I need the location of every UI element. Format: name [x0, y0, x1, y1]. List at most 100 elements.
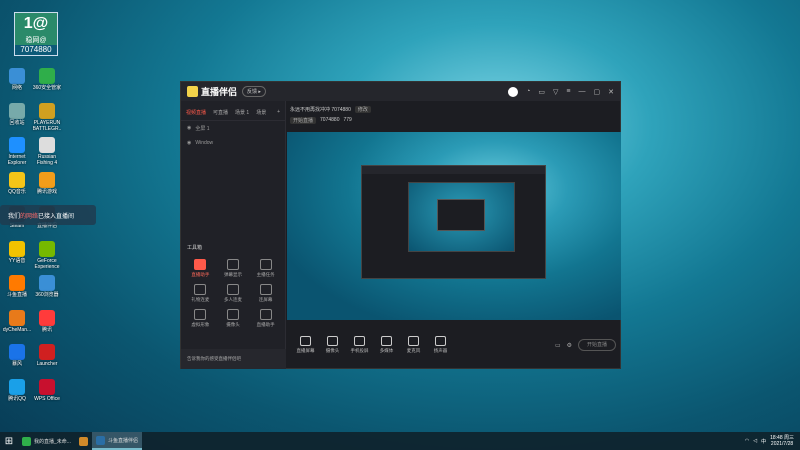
- maximize-button[interactable]: ▢: [594, 88, 601, 96]
- desktop-icon[interactable]: PLAYERUN BATTLEGR..: [30, 102, 64, 132]
- wifi-icon[interactable]: ◠: [745, 438, 749, 444]
- task-label: 我的直播_未命...: [34, 438, 71, 445]
- toast-pre: 我们: [8, 214, 21, 220]
- volume-icon[interactable]: ◁: [753, 438, 757, 444]
- gift-icon[interactable]: ▽: [553, 88, 558, 96]
- windows-start-icon[interactable]: ⊞: [0, 436, 18, 447]
- desktop-icon[interactable]: GeForce Experience: [30, 240, 64, 270]
- taskbar-item[interactable]: [75, 432, 92, 450]
- tool-item[interactable]: 摄像头: [217, 309, 250, 328]
- scene-tabs: 视频直播 可直播 场景 1 场景 +: [181, 101, 285, 121]
- ctl-mic[interactable]: 麦克风: [400, 336, 427, 354]
- desktop-icon[interactable]: Internet Explorer: [0, 137, 34, 166]
- taskbar-item-active[interactable]: 斗鱼直播伴侣: [91, 432, 142, 450]
- shop-icon[interactable]: ▭: [538, 88, 545, 96]
- menu-icon[interactable]: ≡: [566, 88, 570, 95]
- banner-sub: 稳网@: [25, 37, 47, 44]
- desktop-icon[interactable]: WPS Office: [30, 378, 64, 402]
- ctl-label: 扬声器: [433, 348, 448, 353]
- speaker-icon: [435, 336, 446, 346]
- eye-icon[interactable]: ◉: [187, 140, 191, 146]
- main-panel: 永远不用再找冲冲 7074880 修改 开始直播 7074880 779 直播屏幕 摄…: [287, 101, 621, 369]
- close-button[interactable]: ✕: [608, 88, 614, 96]
- status-tag: 开始直播: [290, 117, 317, 124]
- control-bar: 直播屏幕 摄像头 手机投屏 多媒体 麦克风 扬声器 ▭ ⚙ 开始直播: [287, 321, 621, 369]
- tool-item[interactable]: 连屏幕: [249, 284, 282, 303]
- tool-icon: [194, 309, 207, 320]
- desktop-icon[interactable]: Russian Fishing 4: [30, 137, 64, 166]
- add-scene-button[interactable]: +: [277, 109, 280, 116]
- ctl-phone[interactable]: 手机投屏: [346, 336, 373, 354]
- desktop-icon[interactable]: 360浏览器: [30, 275, 64, 298]
- tool-item[interactable]: 礼物连麦: [184, 284, 217, 303]
- source-item[interactable]: ◉ Window: [181, 136, 285, 150]
- tab-scene-3[interactable]: 场景: [256, 109, 266, 116]
- tab-scene-0[interactable]: 视频直播: [186, 109, 206, 116]
- tool-item[interactable]: 虚拟形象: [184, 309, 217, 328]
- ctl-label: 手机投屏: [350, 348, 369, 353]
- record-icon[interactable]: ▭: [555, 342, 561, 349]
- source-item[interactable]: ◉ 全屏 1: [181, 121, 285, 136]
- left-panel: 视频直播 可直播 场景 1 场景 + ◉ 全屏 1 ◉ Window 工具箱 直播助…: [181, 101, 286, 369]
- toast-post: 已接入直播间: [38, 214, 75, 220]
- desktop-icon-label: 腾讯QQ: [8, 395, 26, 402]
- tool-item[interactable]: 直播助手: [184, 259, 217, 278]
- banner-id: 7074880: [15, 45, 57, 55]
- edit-room-button[interactable]: 修改: [354, 106, 371, 113]
- nested-preview-innermost: [437, 199, 485, 231]
- logo-icon: [187, 86, 198, 97]
- tool-item[interactable]: 多人连麦: [217, 284, 250, 303]
- app-icon: [9, 171, 25, 188]
- desktop-icon[interactable]: YY语音: [0, 240, 34, 264]
- bell-icon[interactable]: ◔: [526, 88, 530, 95]
- desktop-icon[interactable]: 腾讯游戏: [30, 171, 64, 195]
- room-title: 永远不用再找冲冲 7074880: [290, 107, 351, 113]
- banner-text: 1@: [23, 15, 49, 32]
- go-live-button[interactable]: 开始直播: [578, 339, 616, 351]
- desktop-icon[interactable]: 360安全管家: [30, 68, 64, 91]
- ctl-speaker[interactable]: 扬声器: [427, 336, 454, 354]
- ctl-label: 直播屏幕: [296, 348, 315, 353]
- phone-icon: [354, 336, 365, 346]
- tool-item[interactable]: 直播助手: [249, 309, 282, 328]
- desktop-icon[interactable]: 暴风: [0, 344, 34, 367]
- desktop-icon-label: Launcher: [36, 361, 58, 367]
- desktop-icon-label: 斗鱼直播: [6, 292, 27, 298]
- desktop-icon[interactable]: dyCheMan...: [0, 309, 34, 333]
- tools-grid: 直播助手 弹幕显示 主播任务 礼物连麦 多人连麦 连屏幕 虚拟形象 摄像头 直播…: [184, 259, 282, 328]
- settings-icon[interactable]: ⚙: [567, 342, 572, 349]
- desktop-icon[interactable]: 斗鱼直播: [0, 275, 34, 298]
- app-logo: 直播伴侣: [187, 85, 237, 98]
- task-label: 斗鱼直播伴侣: [107, 437, 138, 444]
- feedback-note[interactable]: 告诉我你的感受直播伴侣吧: [181, 349, 286, 369]
- taskbar-item[interactable]: 我的直播_未命...: [18, 432, 75, 450]
- ctl-camera[interactable]: 摄像头: [319, 336, 346, 354]
- desktop-icon-label: QQ音乐: [8, 188, 26, 195]
- feedback-pill[interactable]: 反馈 ▸: [242, 86, 266, 97]
- ctl-screen[interactable]: 直播屏幕: [292, 336, 319, 354]
- desktop-icon[interactable]: 腾讯: [30, 309, 64, 333]
- desktop-icon[interactable]: 腾讯QQ: [0, 378, 34, 402]
- eye-icon[interactable]: ◉: [187, 125, 191, 132]
- media-icon: [381, 336, 392, 346]
- avatar[interactable]: [508, 86, 519, 97]
- ctl-label: 多媒体: [379, 348, 394, 353]
- taskbar: ⊞ 我的直播_未命... 斗鱼直播伴侣 ◠ ◁ 中 18:48 周三 2021/7…: [0, 432, 800, 450]
- desktop-icon-label: WPS Office: [34, 395, 60, 402]
- desktop-icon[interactable]: QQ音乐: [0, 171, 34, 195]
- ime-icon[interactable]: 中: [761, 438, 766, 445]
- minimize-button[interactable]: —: [579, 88, 586, 95]
- clock[interactable]: 18:48 周三 2021/7/28: [770, 435, 794, 447]
- tool-item[interactable]: 弹幕显示: [217, 259, 250, 278]
- tab-scene-2[interactable]: 场景 1: [235, 109, 249, 116]
- tool-item[interactable]: 主播任务: [249, 259, 282, 278]
- app-icon: [22, 436, 31, 446]
- ctl-media[interactable]: 多媒体: [373, 336, 400, 354]
- app-icon: [39, 102, 55, 119]
- desktop-icon[interactable]: Launcher: [30, 344, 64, 367]
- stream-preview[interactable]: [287, 132, 621, 320]
- tab-scene-1[interactable]: 可直播: [213, 109, 228, 116]
- desktop-icon[interactable]: 网络: [0, 68, 34, 91]
- desktop-icon[interactable]: 回收站: [0, 102, 34, 126]
- desktop-icon-label: YY语音: [8, 257, 26, 264]
